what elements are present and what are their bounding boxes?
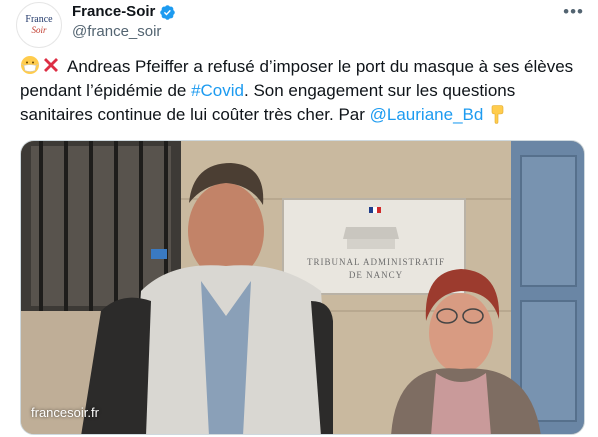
handle[interactable]: @france_soir	[72, 22, 176, 42]
mask-face-emoji-icon	[21, 56, 39, 74]
mention-link[interactable]: @Lauriane_Bd	[370, 105, 484, 124]
cross-mark-emoji-icon	[44, 58, 58, 72]
hashtag-link[interactable]: #Covid	[191, 81, 244, 100]
tweet-text: Andreas Pfeiffer a refusé d’imposer le p…	[20, 55, 590, 127]
emoji-group	[20, 55, 61, 75]
author-block: France-Soir @france_soir	[72, 3, 176, 42]
name-row: France-Soir	[72, 3, 176, 21]
pointing-down-emoji-icon	[492, 105, 504, 124]
watermark: francesoir.fr	[31, 405, 99, 420]
avatar-text-line2: Soir	[31, 25, 47, 35]
verified-badge-icon	[160, 4, 176, 20]
avatar[interactable]: France Soir	[16, 2, 62, 48]
more-dots-icon[interactable]: •••	[563, 2, 584, 22]
photo-scene	[21, 141, 584, 434]
plaque-text: TRIBUNAL ADMINISTRATIF DE NANCY	[286, 256, 466, 282]
plaque-line2: DE NANCY	[348, 270, 404, 280]
avatar-text-line1: France	[25, 14, 53, 25]
display-name[interactable]: France-Soir	[72, 3, 155, 21]
tweet-image[interactable]: TRIBUNAL ADMINISTRATIF DE NANCY franceso…	[20, 140, 585, 435]
plaque-line1: TRIBUNAL ADMINISTRATIF	[307, 257, 445, 267]
